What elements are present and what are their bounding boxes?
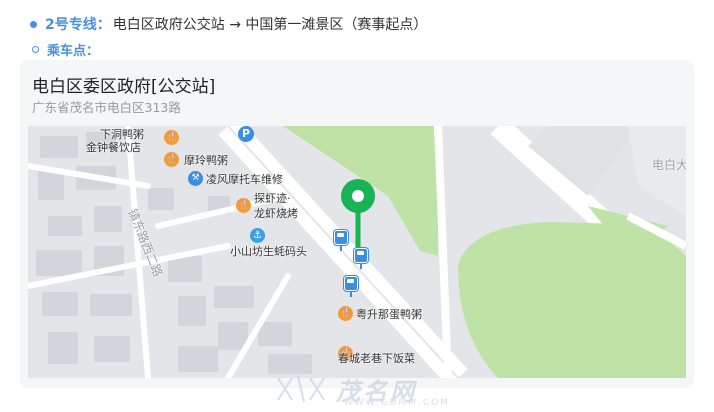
site-watermark: 茂名网 WWW.GDMM.COM	[274, 372, 448, 408]
area-label-dianbai: 电白大	[652, 158, 686, 172]
poi-label-tanxiaji: 探虾迹·	[254, 192, 291, 205]
parking-icon[interactable]: P	[238, 126, 254, 142]
bus-stop-icon[interactable]	[354, 248, 368, 269]
food-poi-icon[interactable]: 🍴	[236, 198, 251, 213]
station-bullet	[32, 46, 39, 53]
route-bullet	[30, 20, 37, 28]
watermark-logo-icon	[277, 375, 325, 403]
bus-stop-icon[interactable]	[334, 230, 348, 251]
map-view[interactable]: 🍴 🍴 ⚒ 🍴 ⚓ P 🍴 🍴 下洞鸭粥 金钟餐饮店 摩玲鸭粥 凌风摩托车维修 …	[28, 126, 686, 378]
poi-label-yuesheng: 粤升那蛋鸭粥	[356, 308, 422, 321]
poi-label-lingfeng: 凌风摩托车维修	[206, 173, 283, 186]
food-poi-icon[interactable]: 🍴	[164, 152, 179, 167]
station-title[interactable]: 电白区委区政府[公交站]	[32, 72, 215, 97]
poi-label-moling: 摩玲鸭粥	[184, 154, 228, 167]
station-card[interactable]: 电白区委区政府[公交站] 广东省茂名市电白区313路 🍴 🍴 ⚒ 🍴 ⚓ P 🍴…	[20, 60, 694, 388]
food-poi-icon[interactable]: 🍴	[338, 306, 353, 321]
anchor-icon[interactable]: ⚓	[250, 228, 265, 243]
poi-label-jinzhong: 金钟餐饮店	[86, 141, 141, 154]
wrench-icon[interactable]: ⚒	[188, 171, 203, 186]
station-label: 乘车点：	[47, 44, 100, 59]
station-address: 广东省茂名市电白区313路	[32, 100, 181, 115]
station-line: 乘车点：	[32, 40, 99, 59]
poi-label-longxia: 龙虾烧烤	[254, 207, 298, 220]
poi-label-xiaoshan: 小山坊生蚝码头	[230, 245, 307, 258]
food-poi-icon[interactable]: 🍴	[164, 130, 179, 145]
route-text: 电白区政府公交站 → 中国第一滩景区（赛事起点）	[112, 17, 428, 33]
route-label: 2号专线：	[45, 17, 111, 33]
poi-label-chuncheng: 春城老巷下饭菜	[338, 352, 415, 365]
route-line: 2号专线： 电白区政府公交站 → 中国第一滩景区（赛事起点）	[30, 14, 427, 34]
watermark-url: WWW.GDMM.COM	[344, 398, 450, 408]
bus-stop-icon[interactable]	[344, 276, 358, 297]
